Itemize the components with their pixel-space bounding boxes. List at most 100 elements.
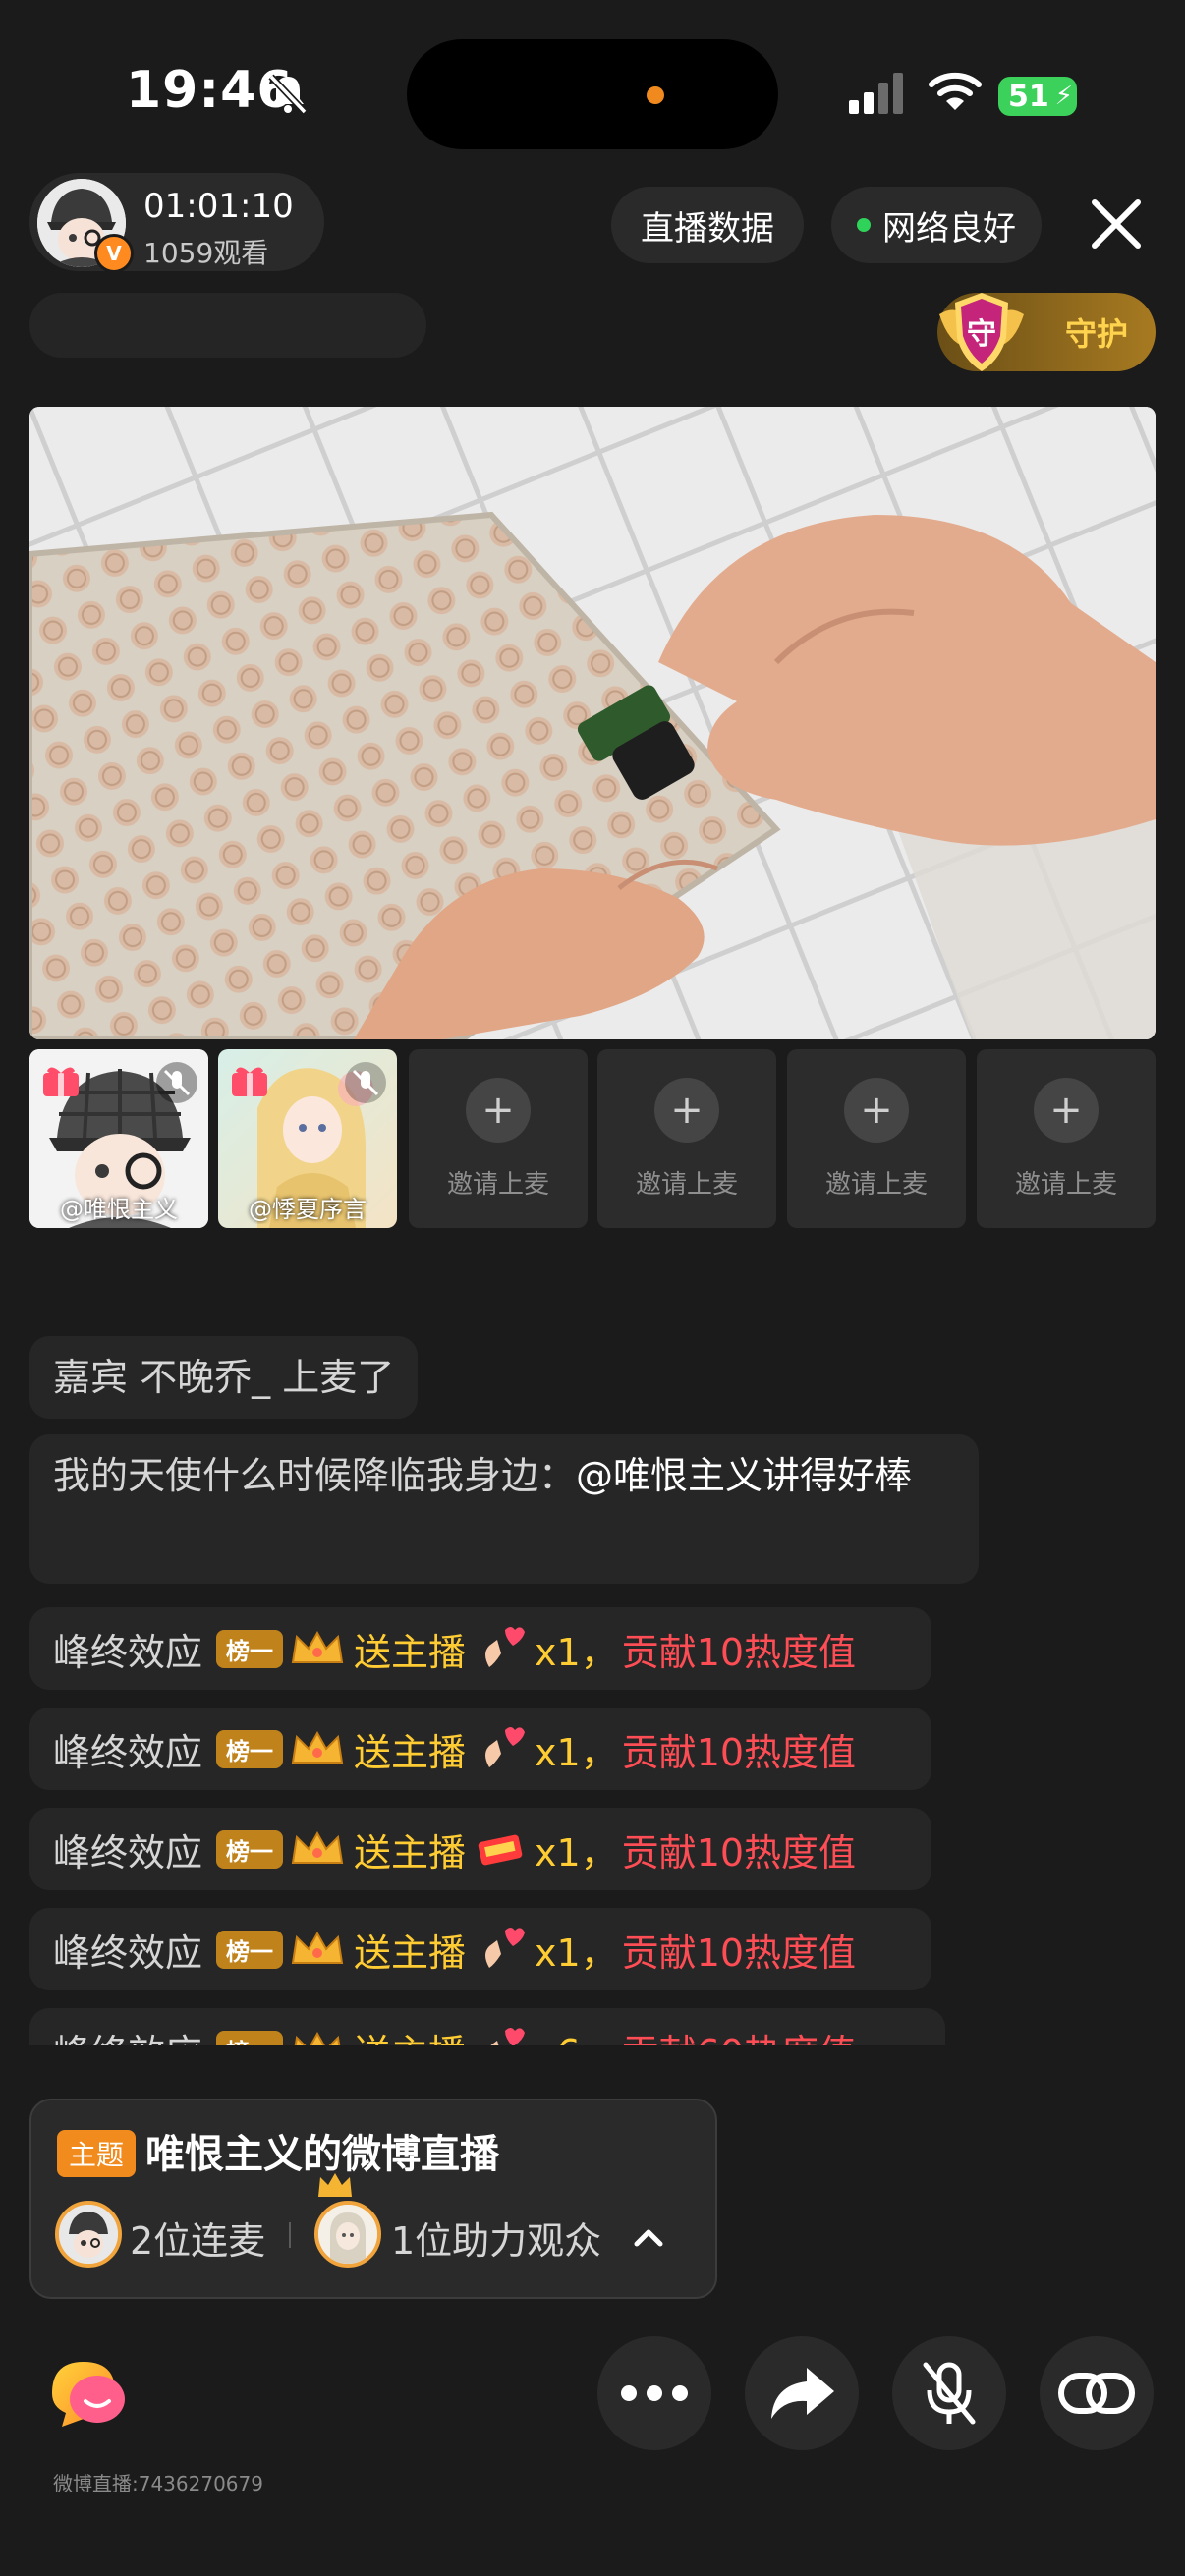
mic-slot-invite[interactable]: + 邀请上麦 bbox=[787, 1049, 966, 1228]
finger-heart-icon bbox=[485, 1928, 526, 1968]
rank-badge: 榜一 bbox=[216, 1829, 284, 1869]
chat-bubble-icon bbox=[52, 2362, 125, 2427]
cellular-signal-icon bbox=[849, 73, 903, 114]
mic-slot-host[interactable]: @唯恨主义 bbox=[29, 1049, 208, 1228]
gift-count: x6， bbox=[535, 2023, 618, 2046]
gift-count: x1， bbox=[535, 1830, 618, 1875]
gift-user[interactable]: 峰终效应 bbox=[53, 2023, 202, 2046]
mic-slot-invite[interactable]: + 邀请上麦 bbox=[409, 1049, 588, 1228]
share-button[interactable] bbox=[745, 2336, 859, 2450]
plus-icon: + bbox=[654, 1077, 719, 1143]
mic-slot-invite[interactable]: + 邀请上麦 bbox=[977, 1049, 1156, 1228]
gift-action: 送主播 bbox=[354, 1830, 467, 1875]
gift-message: 峰终效应 榜一 送主播 x6， 贡献60热度值 bbox=[29, 2008, 945, 2045]
mic-muted-icon bbox=[345, 1062, 386, 1103]
join-suffix: 上麦了 bbox=[282, 1356, 395, 1399]
chevron-up-icon[interactable] bbox=[629, 2218, 668, 2258]
crown-icon bbox=[294, 2031, 341, 2045]
live-duration: 01:01:10 bbox=[143, 187, 294, 226]
crown-icon bbox=[291, 1730, 344, 1764]
dynamic-island bbox=[407, 39, 778, 149]
rank-badge: 榜一 bbox=[216, 1930, 284, 1969]
more-button[interactable] bbox=[597, 2336, 711, 2450]
gift-contribution: 贡献10热度值 bbox=[621, 1730, 857, 1774]
gift-message: 峰终效应 榜一 送主播 x1， 贡献10热度值 bbox=[29, 1808, 931, 1890]
gift-contribution: 贡献10热度值 bbox=[621, 1630, 857, 1674]
guard-shield-icon: 守 bbox=[939, 293, 1024, 371]
gift-contribution: 贡献10热度值 bbox=[621, 1830, 857, 1875]
gift-action: 送主播 bbox=[354, 1730, 467, 1774]
live-data-button[interactable]: 直播数据 bbox=[611, 187, 804, 263]
battery-level: 51 bbox=[1008, 79, 1049, 114]
join-guest-name[interactable]: 不晚乔_ bbox=[140, 1356, 270, 1399]
mic-slot-invite[interactable]: + 邀请上麦 bbox=[597, 1049, 776, 1228]
crown-icon bbox=[318, 2173, 352, 2197]
crown-icon bbox=[291, 1931, 344, 1964]
share-arrow-icon bbox=[771, 2368, 834, 2419]
chat-message: 我的天使什么时候降临我身边：@唯恨主义讲得好棒 bbox=[29, 1434, 979, 1584]
mute-mic-button[interactable] bbox=[892, 2336, 1006, 2450]
plus-icon: + bbox=[466, 1077, 531, 1143]
gift-action: 送主播 bbox=[354, 1630, 467, 1674]
join-prefix: 嘉宾 bbox=[53, 1356, 129, 1399]
network-status-label: 网络良好 bbox=[882, 208, 1016, 249]
divider bbox=[289, 2222, 291, 2248]
mic-guest-avatar bbox=[55, 2201, 122, 2268]
invite-label: 邀请上麦 bbox=[635, 1169, 738, 1200]
gift-feed[interactable]: 峰终效应 榜一 送主播 x1， 贡献10热度值 峰终效应 榜一 送主播 x1， … bbox=[0, 1607, 1185, 2045]
rank-badge: 榜一 bbox=[216, 2030, 284, 2045]
gift-count: x1， bbox=[535, 1630, 618, 1674]
join-notice: 嘉宾 不晚乔_ 上麦了 bbox=[29, 1336, 419, 1419]
gift-icon bbox=[43, 1067, 79, 1096]
finger-heart-icon bbox=[485, 1727, 526, 1767]
mic-muted-icon bbox=[156, 1062, 198, 1103]
viewer-count: 1059观看 bbox=[143, 237, 269, 269]
invite-label: 邀请上麦 bbox=[446, 1169, 549, 1200]
wifi-icon bbox=[929, 72, 982, 110]
live-video-feed[interactable] bbox=[29, 407, 1156, 1039]
gift-user[interactable]: 峰终效应 bbox=[53, 1923, 202, 1977]
gift-user[interactable]: 峰终效应 bbox=[53, 1822, 202, 1876]
mic-count: 2位连麦 bbox=[130, 2219, 266, 2263]
red-ticket-icon bbox=[478, 1834, 523, 1866]
topic-tag: 主题 bbox=[57, 2130, 137, 2177]
mic-slot-guest[interactable]: @悸夏序言 bbox=[218, 1049, 397, 1228]
network-ok-dot bbox=[857, 218, 871, 232]
invite-label: 邀请上麦 bbox=[824, 1169, 928, 1200]
finger-heart-icon bbox=[490, 2028, 526, 2045]
mic-off-icon bbox=[923, 2362, 976, 2425]
gift-contribution: 贡献10热度值 bbox=[621, 1931, 857, 1975]
verified-badge: V bbox=[94, 234, 134, 273]
gift-action: 送主播 bbox=[354, 1931, 467, 1975]
gift-action: 送主播 bbox=[354, 2023, 466, 2046]
guard-label: 守护 bbox=[1064, 315, 1128, 353]
live-room-id: 微博直播:7436270679 bbox=[53, 2472, 263, 2495]
charging-bolt-icon: ⚡ bbox=[1054, 82, 1074, 111]
mic-slot-name: @唯恨主义 bbox=[60, 1196, 178, 1223]
close-icon[interactable] bbox=[1085, 193, 1148, 255]
invite-label: 邀请上麦 bbox=[1014, 1169, 1117, 1200]
gift-message: 峰终效应 榜一 送主播 x1， 贡献10热度值 bbox=[29, 1607, 931, 1690]
rank-badge: 榜一 bbox=[216, 1629, 284, 1668]
finger-heart-icon bbox=[485, 1627, 526, 1667]
rank-badge: 榜一 bbox=[216, 1729, 284, 1768]
helper-count: 1位助力观众 bbox=[391, 2219, 602, 2263]
helper-avatar bbox=[314, 2201, 381, 2268]
gift-message: 峰终效应 榜一 送主播 x1， 贡献10热度值 bbox=[29, 1908, 931, 1990]
gift-count: x1， bbox=[535, 1931, 618, 1975]
gift-message: 峰终效应 榜一 送主播 x1， 贡献10热度值 bbox=[29, 1708, 931, 1790]
gift-icon bbox=[232, 1067, 267, 1096]
privacy-indicator-dot bbox=[647, 86, 664, 104]
gift-user[interactable]: 峰终效应 bbox=[53, 1722, 202, 1776]
chat-user[interactable]: 我的天使什么时候降临我身边： bbox=[53, 1454, 576, 1497]
link-mic-button[interactable] bbox=[1040, 2336, 1154, 2450]
crown-icon bbox=[291, 1830, 344, 1864]
battery-indicator: 51 ⚡ bbox=[998, 77, 1077, 116]
gift-user[interactable]: 峰终效应 bbox=[53, 1622, 202, 1676]
svg-text:守: 守 bbox=[967, 317, 996, 352]
crown-icon bbox=[291, 1630, 344, 1663]
emoji-chat-button[interactable] bbox=[29, 2336, 143, 2450]
network-status-button[interactable]: 网络良好 bbox=[831, 187, 1042, 263]
plus-icon: + bbox=[844, 1077, 909, 1143]
chat-text: @唯恨主义讲得好棒 bbox=[576, 1454, 913, 1497]
